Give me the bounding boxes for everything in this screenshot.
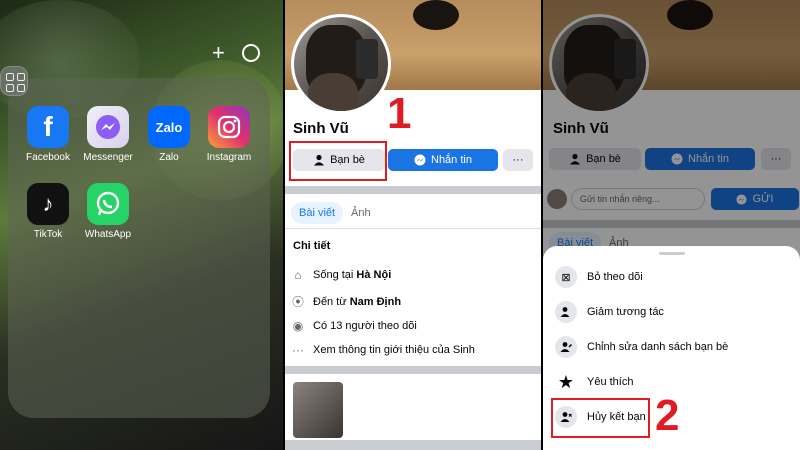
- profile-name: Sinh Vũ: [293, 120, 349, 137]
- lives-place[interactable]: Hà Nội: [356, 269, 391, 281]
- star-icon: ★: [557, 371, 575, 392]
- from-row: ⦿ Đến từ Nam Định: [291, 293, 401, 310]
- app-label: WhatsApp: [84, 229, 132, 240]
- message-button[interactable]: Nhắn tin: [388, 149, 498, 171]
- app-label: Facebook: [26, 152, 70, 163]
- app-label: Instagram: [206, 152, 252, 163]
- app-messenger[interactable]: Messenger: [78, 106, 138, 163]
- app-tiktok[interactable]: ♪ TikTok: [18, 183, 78, 240]
- tab-posts[interactable]: Bài viết: [291, 202, 344, 224]
- divider: [285, 366, 541, 374]
- about-text: Xem thông tin giới thiệu của Sinh: [313, 344, 475, 356]
- location-pin-icon: ⦿: [291, 295, 304, 309]
- whatsapp-icon: [87, 183, 129, 225]
- details-title: Chi tiết: [293, 240, 331, 252]
- followers-icon: ◉: [292, 319, 304, 333]
- messenger-icon: [414, 154, 426, 166]
- more-button[interactable]: ···: [503, 149, 533, 171]
- sheet-handle[interactable]: [659, 252, 685, 255]
- menu-item-label: Bỏ theo dõi: [587, 271, 643, 283]
- followers-text[interactable]: Có 13 người theo dõi: [313, 320, 417, 332]
- zalo-icon: Zalo: [148, 106, 190, 148]
- circle-icon[interactable]: [242, 44, 260, 62]
- app-label: Zalo: [159, 152, 179, 163]
- tab-photos[interactable]: Ảnh: [343, 202, 379, 224]
- app-facebook[interactable]: f Facebook: [18, 106, 78, 163]
- menu-item-edit-friend-list[interactable]: Chỉnh sửa danh sách bạn bè: [555, 336, 728, 358]
- action-sheet-panel: Sinh Vũ Bạn bè Nhắn tin ··· Gửi tin nhắn…: [543, 0, 800, 450]
- menu-item-label: Yêu thích: [587, 376, 634, 388]
- grid-icon[interactable]: [0, 66, 28, 96]
- avatar[interactable]: [291, 14, 391, 114]
- divider: [285, 228, 541, 229]
- reduce-interaction-icon: [555, 301, 577, 323]
- about-row[interactable]: ··· Xem thông tin giới thiệu của Sinh: [291, 343, 475, 357]
- highlight-box-1: [289, 141, 387, 181]
- add-icon[interactable]: +: [212, 42, 225, 64]
- menu-item-label: Chỉnh sửa danh sách bạn bè: [587, 341, 729, 353]
- divider: [285, 440, 541, 450]
- followers-row: ◉ Có 13 người theo dõi: [291, 319, 417, 333]
- app-label: TikTok: [33, 229, 63, 240]
- divider: [285, 186, 541, 194]
- app-whatsapp[interactable]: WhatsApp: [78, 183, 138, 240]
- app-zalo[interactable]: Zalo Zalo: [139, 106, 199, 163]
- facebook-icon: f: [27, 106, 69, 148]
- lives-prefix: Sống tại: [313, 269, 357, 281]
- unfollow-icon: ⊠: [555, 266, 577, 288]
- more-icon: ···: [512, 154, 524, 166]
- app-label: Messenger: [83, 152, 133, 163]
- message-button-label: Nhắn tin: [431, 154, 472, 166]
- step-number-2: 2: [655, 391, 680, 440]
- profile-panel: Sinh Vũ 1 Bạn bè Nhắn tin ··· Bài viết Ả…: [285, 0, 541, 450]
- menu-item-favorites[interactable]: ★ Yêu thích: [555, 371, 634, 393]
- from-prefix: Đến từ: [313, 295, 350, 308]
- action-sheet: ⊠ Bỏ theo dõi Giảm tương tác Chỉnh sửa d…: [543, 246, 800, 450]
- step-number-1: 1: [387, 89, 412, 138]
- lives-in-row: ⌂ Sống tại Hà Nội: [291, 268, 391, 282]
- highlight-box-2: [551, 398, 650, 438]
- edit-friend-list-icon: [555, 336, 577, 358]
- photo-thumbnail[interactable]: [293, 382, 343, 438]
- home-screen-panel: + f Facebook Messenger Zalo Zalo Instagr…: [0, 0, 283, 450]
- from-place[interactable]: Nam Định: [350, 296, 401, 308]
- more-dots-icon: ···: [292, 343, 304, 357]
- home-icon: ⌂: [294, 268, 302, 282]
- instagram-icon: [208, 106, 250, 148]
- messenger-icon: [87, 106, 129, 148]
- app-instagram[interactable]: Instagram: [199, 106, 259, 163]
- menu-item-label: Giảm tương tác: [587, 306, 664, 318]
- tiktok-icon: ♪: [27, 183, 69, 225]
- menu-item-unfollow[interactable]: ⊠ Bỏ theo dõi: [555, 266, 643, 288]
- dog-nose: [413, 0, 459, 30]
- menu-item-reduce-interaction[interactable]: Giảm tương tác: [555, 301, 664, 323]
